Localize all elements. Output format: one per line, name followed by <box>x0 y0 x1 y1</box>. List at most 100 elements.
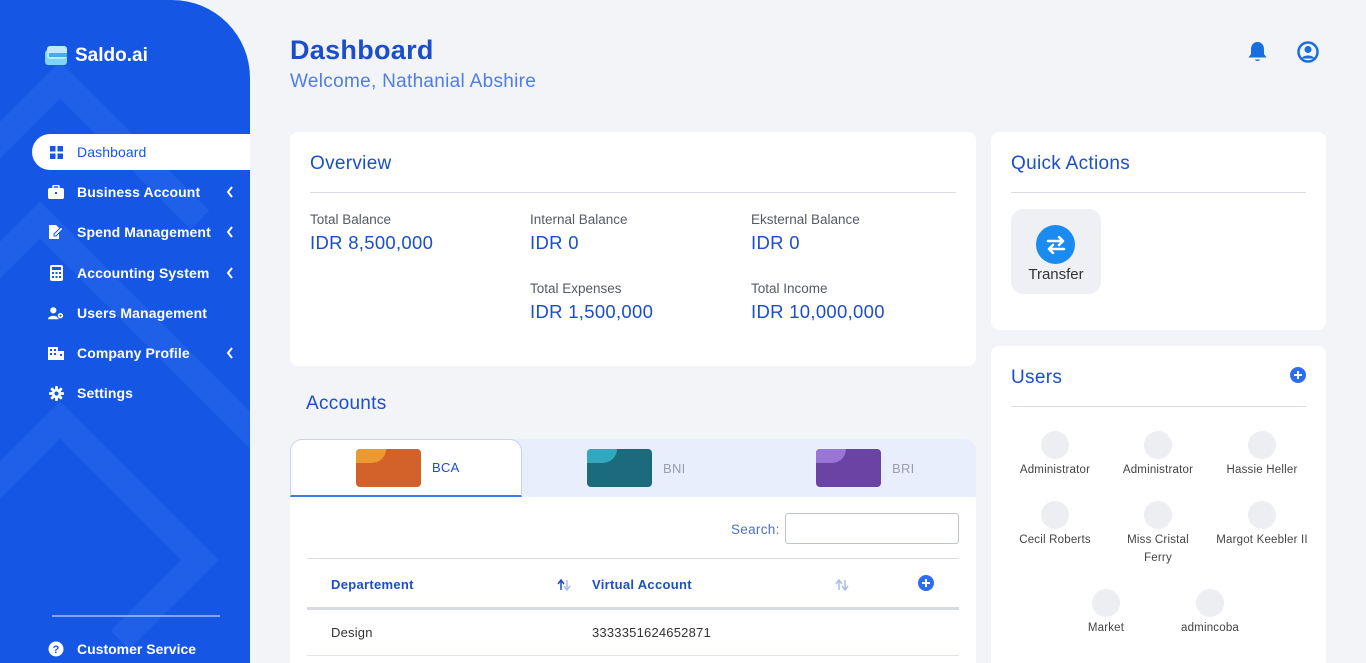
column-header-virtual-account[interactable]: Virtual Account <box>592 577 692 592</box>
user-name: Hassie Heller <box>1226 464 1298 476</box>
user-name: admincoba <box>1180 622 1240 634</box>
sidebar-item-spend-management[interactable]: Spend Management <box>32 214 250 250</box>
bca-card-image <box>356 448 421 487</box>
total-expenses-value: IDR 1,500,000 <box>530 301 654 322</box>
total-income-value: IDR 10,000,000 <box>751 301 885 322</box>
user-item[interactable]: Miss Cristal Ferry <box>1106 501 1210 567</box>
question-circle-icon: ? <box>48 641 64 657</box>
search-input[interactable] <box>785 513 959 544</box>
user-item[interactable]: Cecil Roberts <box>1003 501 1107 549</box>
tab-label: BRI <box>892 460 915 476</box>
sort-asc-icon[interactable] <box>557 579 571 591</box>
calculator-icon <box>48 264 64 281</box>
sidebar-item-label: Business Account <box>77 184 201 201</box>
chevron-left-icon <box>226 266 233 279</box>
file-edit-icon <box>48 224 64 240</box>
tab-bri[interactable]: BRI <box>747 439 976 497</box>
grid-icon <box>48 144 64 160</box>
overview-divider <box>310 192 956 193</box>
page-title: Dashboard <box>290 35 434 65</box>
add-user-icon[interactable] <box>1290 367 1306 383</box>
eksternal-balance-value: IDR 0 <box>751 232 800 253</box>
avatar <box>1041 431 1069 459</box>
avatar <box>1248 431 1276 459</box>
users-card: Users Administrator Administrator Hassie… <box>991 346 1326 663</box>
avatar <box>1248 501 1276 529</box>
chevron-left-icon <box>226 347 233 359</box>
user-name: Administrator <box>1122 464 1194 476</box>
chevron-left-icon <box>226 226 233 238</box>
quick-actions-title: Quick Actions <box>1011 153 1131 174</box>
sidebar-item-accounting-system[interactable]: Accounting System <box>32 255 250 291</box>
sidebar-item-dashboard[interactable]: Dashboard <box>32 134 250 170</box>
sidebar-item-users-management[interactable]: Users Management <box>32 295 250 331</box>
sidebar-divider <box>52 615 220 617</box>
wallet-logo-icon <box>45 46 67 65</box>
search-label: Search: <box>731 522 780 537</box>
transfer-label: Transfer <box>1028 266 1084 283</box>
total-income-label: Total Income <box>751 281 828 296</box>
sidebar: Saldo.ai Dashboard Business Account Spen… <box>0 0 250 663</box>
user-name: Miss Cristal Ferry <box>1127 534 1189 564</box>
column-header-departement[interactable]: Departement <box>331 577 414 592</box>
sidebar-item-company-profile[interactable]: Company Profile <box>32 335 250 371</box>
sidebar-item-label: Company Profile <box>77 344 190 361</box>
overview-title: Overview <box>310 153 392 174</box>
tab-label: BCA <box>432 460 460 475</box>
transfer-button[interactable]: Transfer <box>1011 209 1101 294</box>
sidebar-nav: Dashboard Business Account Spend Managem… <box>32 134 250 415</box>
brand[interactable]: Saldo.ai <box>44 44 148 68</box>
table-top-divider <box>307 558 959 559</box>
internal-balance-value: IDR 0 <box>530 232 579 253</box>
brand-name: Saldo.ai <box>75 45 148 66</box>
user-item[interactable]: Margot Keebler II <box>1210 501 1314 549</box>
user-circle-icon[interactable] <box>1297 41 1319 63</box>
eksternal-balance-label: Eksternal Balance <box>751 212 860 227</box>
users-cog-icon <box>48 305 64 321</box>
sidebar-item-label: Dashboard <box>77 144 147 160</box>
avatar <box>1144 431 1172 459</box>
internal-balance-label: Internal Balance <box>530 212 628 227</box>
sidebar-item-label: Users Management <box>77 304 207 321</box>
quick-actions-divider <box>1011 192 1306 193</box>
avatar <box>1041 501 1069 529</box>
avatar <box>1144 501 1172 529</box>
chevron-left-icon <box>226 186 233 198</box>
table-cell-virtual-account: 3333351624652871 <box>592 625 711 640</box>
user-item[interactable]: admincoba <box>1158 589 1262 637</box>
customer-service-link[interactable]: ? Customer Service <box>48 641 196 657</box>
total-expenses-label: Total Expenses <box>530 281 622 296</box>
table-row-divider <box>307 655 959 656</box>
bell-icon[interactable] <box>1247 41 1268 63</box>
accounts-title: Accounts <box>306 393 387 414</box>
building-icon <box>48 345 64 361</box>
user-item[interactable]: Administrator <box>1106 431 1210 479</box>
user-item[interactable]: Hassie Heller <box>1210 431 1314 479</box>
sidebar-item-settings[interactable]: Settings <box>32 375 250 411</box>
add-account-icon[interactable] <box>918 575 934 591</box>
tab-bni[interactable]: BNI <box>522 439 747 497</box>
quick-actions-card: Quick Actions Transfer <box>991 132 1326 330</box>
user-name: Market <box>1087 622 1125 634</box>
overview-card: Overview Total Balance IDR 8,500,000 Int… <box>290 132 976 366</box>
user-item[interactable]: Market <box>1054 589 1158 637</box>
customer-service-label: Customer Service <box>77 641 197 657</box>
transfer-arrows-icon <box>1036 225 1075 264</box>
table-header-divider <box>307 607 959 610</box>
table-cell-department: Design <box>331 625 373 640</box>
briefcase-icon <box>48 184 64 200</box>
sidebar-item-business-account[interactable]: Business Account <box>32 174 250 210</box>
user-item[interactable]: Administrator <box>1003 431 1107 479</box>
avatar <box>1196 589 1224 617</box>
tab-bca[interactable]: BCA <box>290 439 522 497</box>
svg-text:?: ? <box>53 644 60 656</box>
accounts-table-panel: Search: Departement Virtual Account Desi… <box>290 497 976 663</box>
users-divider <box>1011 406 1306 407</box>
sort-icon[interactable] <box>835 579 849 591</box>
gear-icon <box>48 385 64 401</box>
sidebar-item-label: Spend Management <box>77 224 211 241</box>
tab-label: BNI <box>663 460 686 476</box>
user-name: Margot Keebler II <box>1216 534 1308 546</box>
account-tabs: BCA BNI BRI <box>290 439 976 497</box>
bri-card-image <box>816 449 881 487</box>
